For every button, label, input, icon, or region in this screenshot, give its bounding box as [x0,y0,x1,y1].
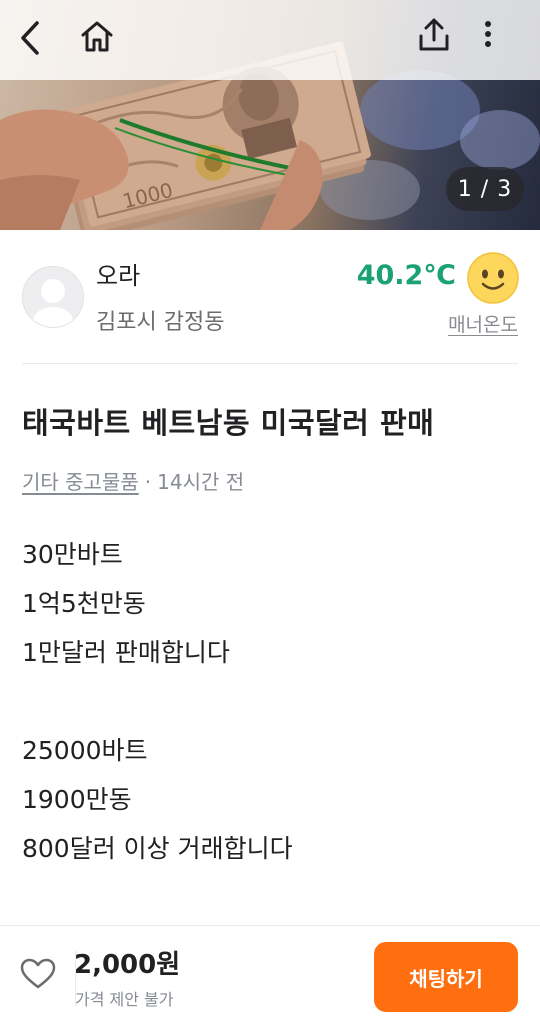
content-line: 800달러 이상 거래합니다 [22,834,293,863]
top-navigation-bar [0,0,540,80]
product-image[interactable]: 1000 1 / 3 [0,0,540,230]
post-category-link[interactable]: 기타 중고물품 [22,470,139,494]
seller-name: 오라 [96,262,141,290]
seller-location: 김포시 감정동 [96,310,225,335]
back-button[interactable] [18,20,58,60]
post-content: 30만바트 1억5천만동 1만달러 판매합니다 25000바트 1900만동 8… [22,530,518,873]
post-title: 태국바트 베트남동 미국달러 판매 [22,406,435,440]
post-time: 14시간 전 [157,470,245,494]
chat-button[interactable]: 채팅하기 [374,942,518,1012]
seller-profile[interactable]: 오라 김포시 감정동 40.2℃ 매너온도 [0,230,540,364]
price: 2,000원 [74,950,181,980]
seller-avatar[interactable] [22,266,84,328]
content-line: 1만달러 판매합니다 [22,638,230,667]
like-button[interactable] [20,958,64,998]
share-upload-icon [419,18,449,51]
content-line: 1억5천만동 [22,589,146,618]
chevron-left-icon [21,21,39,55]
home-button[interactable] [80,20,124,60]
meta-separator: · [144,470,152,494]
content-line: 25000바트 [22,736,148,765]
image-page-indicator: 1 / 3 [446,167,524,211]
more-vertical-icon [485,21,491,47]
content-line [22,677,518,726]
home-icon [81,21,113,52]
default-avatar-icon [33,279,73,327]
post-meta: 기타 중고물품 · 14시간 전 [22,466,244,495]
manner-temperature-link[interactable]: 매너온도 [448,310,518,337]
share-button[interactable] [418,18,462,62]
content-line: 1900만동 [22,785,132,814]
bottom-action-bar: 2,000원 가격 제안 불가 채팅하기 [0,925,540,1029]
section-divider [22,363,518,364]
manner-temperature: 40.2℃ [356,260,456,291]
more-options-button[interactable] [484,20,516,60]
smile-emoji-icon [467,252,519,304]
heart-icon [20,958,56,989]
price-negotiation-note: 가격 제안 불가 [75,990,174,1009]
content-line: 30만바트 [22,540,123,569]
